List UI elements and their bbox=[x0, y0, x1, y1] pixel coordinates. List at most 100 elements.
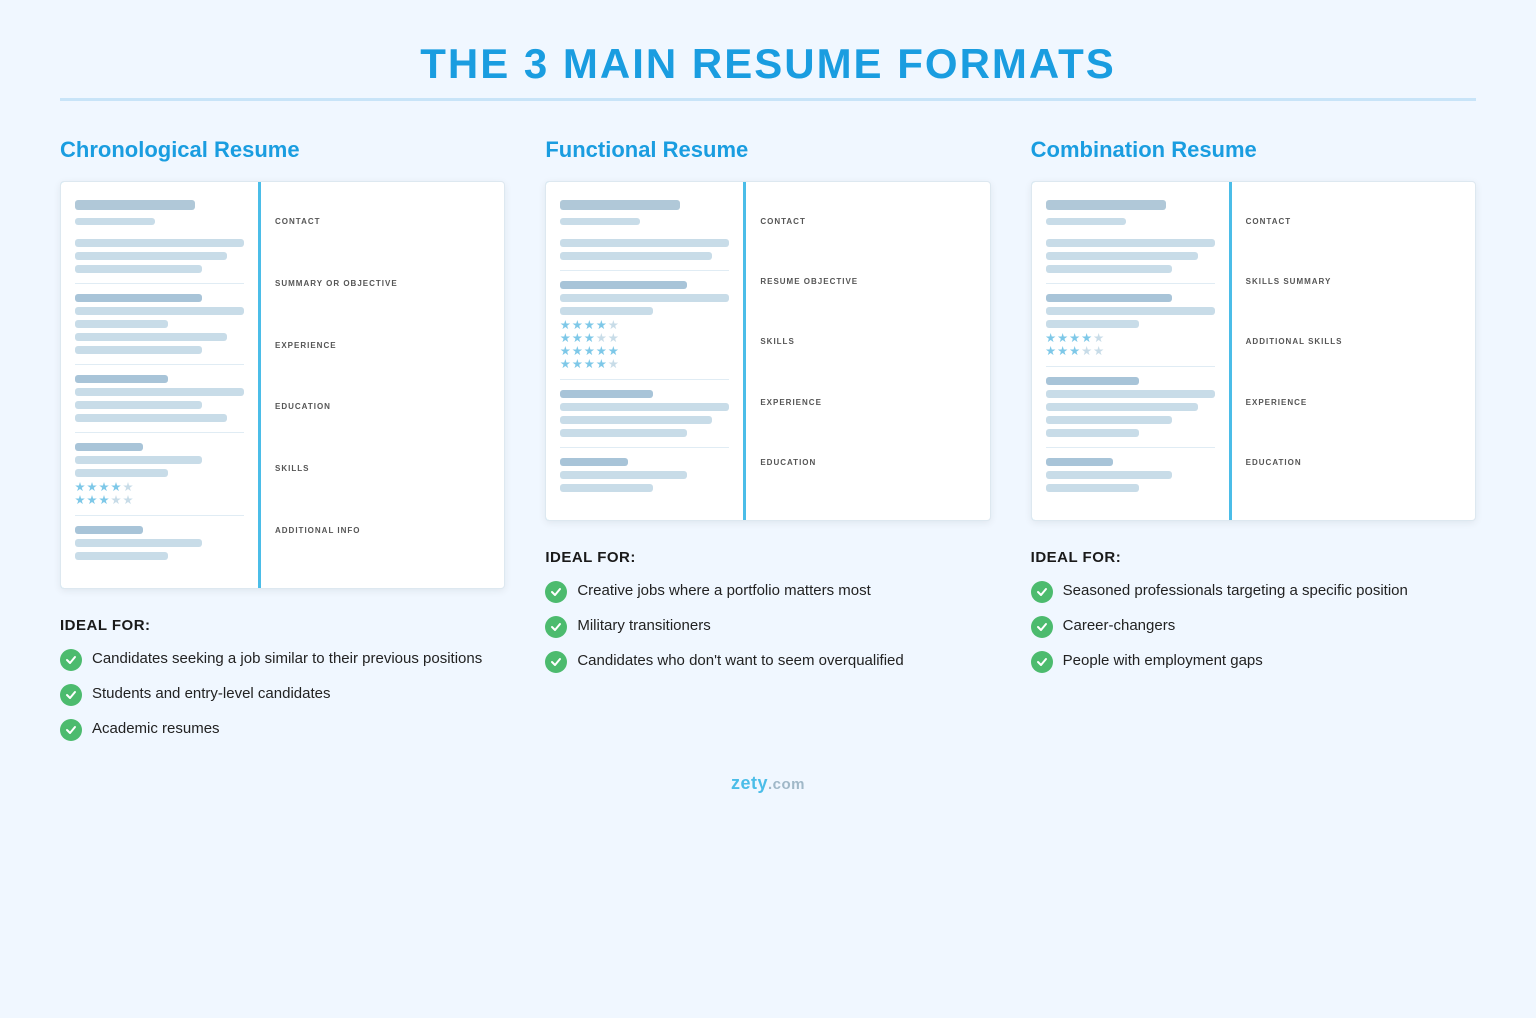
c-ideal-text-3: People with employment gaps bbox=[1063, 650, 1263, 672]
c-check-icon-2 bbox=[1031, 616, 1053, 638]
c-section-contact: CONTACT bbox=[1246, 217, 1461, 232]
section-contact: CONTACT bbox=[275, 217, 490, 232]
name-bar-c bbox=[1046, 200, 1166, 210]
label-skills: SKILLS bbox=[275, 464, 490, 473]
c-ideal-item-1: Seasoned professionals targeting a speci… bbox=[1031, 580, 1476, 603]
subtitle-bar-c bbox=[1046, 218, 1126, 225]
f-section-contact: CONTACT bbox=[760, 217, 975, 232]
page-title: THE 3 MAIN RESUME FORMATS bbox=[60, 40, 1476, 88]
ideal-item-3: Academic resumes bbox=[60, 718, 505, 741]
label-education: EDUCATION bbox=[275, 402, 490, 411]
section-experience: EXPERIENCE bbox=[275, 341, 490, 356]
columns-container: Chronological Resume bbox=[60, 137, 1476, 753]
chronological-ideal-section: IDEAL FOR: Candidates seeking a job simi… bbox=[60, 617, 505, 741]
f-label-objective: RESUME OBJECTIVE bbox=[760, 277, 975, 286]
bar-group-5 bbox=[75, 526, 244, 560]
bar-group-f4 bbox=[560, 458, 729, 492]
c-label-additional-skills: ADDITIONAL SKILLS bbox=[1246, 337, 1461, 346]
f-label-contact: CONTACT bbox=[760, 217, 975, 226]
functional-column: Functional Resume bbox=[545, 137, 990, 753]
f-ideal-text-3: Candidates who don't want to seem overqu… bbox=[577, 650, 903, 672]
f-section-education: EDUCATION bbox=[760, 458, 975, 473]
c-label-skills-summary: SKILLS SUMMARY bbox=[1246, 277, 1461, 286]
page: THE 3 MAIN RESUME FORMATS Chronological … bbox=[0, 0, 1536, 1018]
bar-group-c2 bbox=[1046, 294, 1215, 356]
functional-resume-preview: CONTACT RESUME OBJECTIVE SKILLS EXPERIEN… bbox=[545, 181, 990, 521]
f-label-education: EDUCATION bbox=[760, 458, 975, 467]
combination-resume-preview: CONTACT SKILLS SUMMARY ADDITIONAL SKILLS… bbox=[1031, 181, 1476, 521]
bar-group-c4 bbox=[1046, 458, 1215, 492]
f-label-skills: SKILLS bbox=[760, 337, 975, 346]
c-label-contact: CONTACT bbox=[1246, 217, 1461, 226]
bar-group-3 bbox=[75, 375, 244, 422]
combination-title: Combination Resume bbox=[1031, 137, 1476, 163]
title-divider bbox=[60, 98, 1476, 101]
bar-group-c1 bbox=[1046, 239, 1215, 273]
combination-ideal-title: IDEAL FOR: bbox=[1031, 549, 1476, 566]
bar-group-f3 bbox=[560, 390, 729, 437]
label-summary: SUMMARY OR OBJECTIVE bbox=[275, 279, 490, 288]
combination-column: Combination Resume bbox=[1031, 137, 1476, 753]
f-check-icon-3 bbox=[545, 651, 567, 673]
label-additional: ADDITIONAL INFO bbox=[275, 526, 490, 535]
c-ideal-item-2: Career-changers bbox=[1031, 615, 1476, 638]
label-experience: EXPERIENCE bbox=[275, 341, 490, 350]
bar-group-f2 bbox=[560, 281, 729, 369]
c-ideal-item-3: People with employment gaps bbox=[1031, 650, 1476, 673]
check-icon-1 bbox=[60, 649, 82, 671]
ideal-text-2: Students and entry-level candidates bbox=[92, 683, 330, 705]
f-check-icon-1 bbox=[545, 581, 567, 603]
functional-left-panel bbox=[546, 182, 746, 520]
combination-right-panel: CONTACT SKILLS SUMMARY ADDITIONAL SKILLS… bbox=[1232, 182, 1475, 520]
c-section-experience: EXPERIENCE bbox=[1246, 398, 1461, 413]
name-bar bbox=[75, 200, 195, 210]
c-check-icon-1 bbox=[1031, 581, 1053, 603]
f-ideal-item-1: Creative jobs where a portfolio matters … bbox=[545, 580, 990, 603]
label-contact: CONTACT bbox=[275, 217, 490, 226]
section-summary: SUMMARY OR OBJECTIVE bbox=[275, 279, 490, 294]
bar-group-c3 bbox=[1046, 377, 1215, 437]
functional-ideal-title: IDEAL FOR: bbox=[545, 549, 990, 566]
c-check-icon-3 bbox=[1031, 651, 1053, 673]
c-label-education: EDUCATION bbox=[1246, 458, 1461, 467]
bar-group-1 bbox=[75, 239, 244, 273]
chronological-title: Chronological Resume bbox=[60, 137, 505, 163]
ideal-text-1: Candidates seeking a job similar to thei… bbox=[92, 648, 482, 670]
c-label-experience: EXPERIENCE bbox=[1246, 398, 1461, 407]
f-section-experience: EXPERIENCE bbox=[760, 398, 975, 413]
name-bar-f bbox=[560, 200, 680, 210]
section-additional: ADDITIONAL INFO bbox=[275, 526, 490, 541]
c-section-skills-summary: SKILLS SUMMARY bbox=[1246, 277, 1461, 292]
brand-tld: .com bbox=[768, 776, 805, 793]
combination-ideal-section: IDEAL FOR: Seasoned professionals target… bbox=[1031, 549, 1476, 673]
f-section-skills: SKILLS bbox=[760, 337, 975, 352]
chronological-column: Chronological Resume bbox=[60, 137, 505, 753]
resume-left-panel bbox=[61, 182, 261, 588]
f-check-icon-2 bbox=[545, 616, 567, 638]
f-ideal-text-1: Creative jobs where a portfolio matters … bbox=[577, 580, 870, 602]
f-ideal-item-2: Military transitioners bbox=[545, 615, 990, 638]
functional-right-panel: CONTACT RESUME OBJECTIVE SKILLS EXPERIEN… bbox=[746, 182, 989, 520]
f-ideal-item-3: Candidates who don't want to seem overqu… bbox=[545, 650, 990, 673]
ideal-item-2: Students and entry-level candidates bbox=[60, 683, 505, 706]
bar-group-f1 bbox=[560, 239, 729, 260]
f-section-objective: RESUME OBJECTIVE bbox=[760, 277, 975, 292]
chronological-ideal-title: IDEAL FOR: bbox=[60, 617, 505, 634]
bar-group-4 bbox=[75, 443, 244, 505]
ideal-item-1: Candidates seeking a job similar to thei… bbox=[60, 648, 505, 671]
subtitle-bar bbox=[75, 218, 155, 225]
f-ideal-text-2: Military transitioners bbox=[577, 615, 710, 637]
footer: zety.com bbox=[60, 773, 1476, 794]
check-icon-3 bbox=[60, 719, 82, 741]
c-ideal-text-2: Career-changers bbox=[1063, 615, 1176, 637]
c-section-additional-skills: ADDITIONAL SKILLS bbox=[1246, 337, 1461, 352]
brand-name: zety bbox=[731, 773, 768, 793]
section-skills: SKILLS bbox=[275, 464, 490, 479]
subtitle-bar-f bbox=[560, 218, 640, 225]
resume-right-panel: CONTACT SUMMARY OR OBJECTIVE EXPERIENCE … bbox=[261, 182, 504, 588]
check-icon-2 bbox=[60, 684, 82, 706]
functional-title: Functional Resume bbox=[545, 137, 990, 163]
ideal-text-3: Academic resumes bbox=[92, 718, 220, 740]
chronological-resume-preview: CONTACT SUMMARY OR OBJECTIVE EXPERIENCE … bbox=[60, 181, 505, 589]
c-section-education: EDUCATION bbox=[1246, 458, 1461, 473]
